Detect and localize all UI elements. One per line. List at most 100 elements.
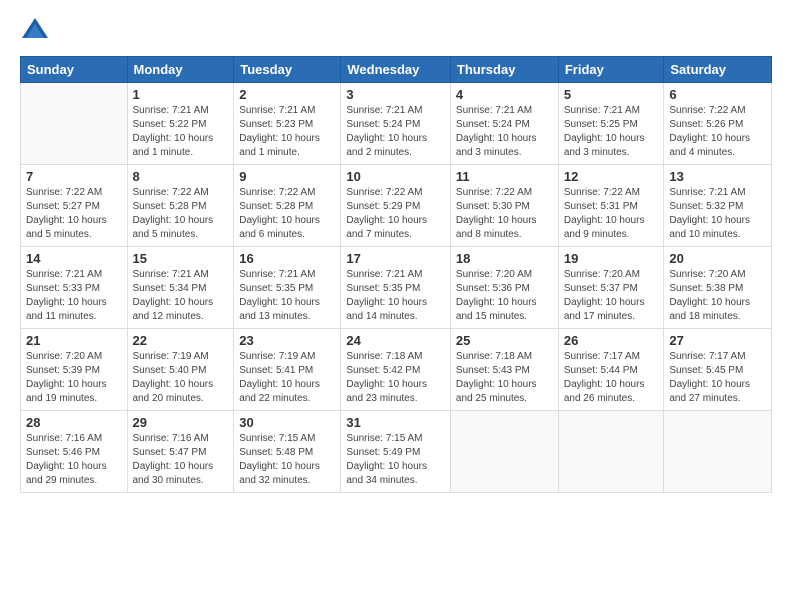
day-number: 10 <box>346 169 445 184</box>
day-number: 19 <box>564 251 659 266</box>
calendar-cell: 19 Sunrise: 7:20 AM Sunset: 5:37 PM Dayli… <box>558 247 664 329</box>
day-number: 29 <box>133 415 229 430</box>
day-info: Sunrise: 7:21 AM Sunset: 5:34 PM Dayligh… <box>133 268 229 324</box>
day-number: 31 <box>346 415 445 430</box>
day-info: Sunrise: 7:17 AM Sunset: 5:45 PM Dayligh… <box>669 350 766 406</box>
day-number: 23 <box>239 333 335 348</box>
day-info: Sunrise: 7:22 AM Sunset: 5:27 PM Dayligh… <box>26 186 122 242</box>
calendar-cell: 31 Sunrise: 7:15 AM Sunset: 5:49 PM Dayli… <box>341 411 451 493</box>
weekday-header-sunday: Sunday <box>21 57 128 83</box>
day-info: Sunrise: 7:17 AM Sunset: 5:44 PM Dayligh… <box>564 350 659 406</box>
day-info: Sunrise: 7:22 AM Sunset: 5:28 PM Dayligh… <box>133 186 229 242</box>
calendar-cell: 21 Sunrise: 7:20 AM Sunset: 5:39 PM Dayli… <box>21 329 128 411</box>
day-info: Sunrise: 7:21 AM Sunset: 5:35 PM Dayligh… <box>346 268 445 324</box>
calendar-cell: 26 Sunrise: 7:17 AM Sunset: 5:44 PM Dayli… <box>558 329 664 411</box>
day-info: Sunrise: 7:21 AM Sunset: 5:24 PM Dayligh… <box>456 104 553 160</box>
header <box>20 16 772 46</box>
calendar-cell: 2 Sunrise: 7:21 AM Sunset: 5:23 PM Daylig… <box>234 83 341 165</box>
day-info: Sunrise: 7:21 AM Sunset: 5:32 PM Dayligh… <box>669 186 766 242</box>
day-number: 27 <box>669 333 766 348</box>
calendar-cell: 12Sunrise: 7:22 AM Sunset: 5:31 PM Dayli… <box>558 165 664 247</box>
day-number: 13 <box>669 169 766 184</box>
day-number: 2 <box>239 87 335 102</box>
day-info: Sunrise: 7:20 AM Sunset: 5:39 PM Dayligh… <box>26 350 122 406</box>
calendar-cell: 20Sunrise: 7:20 AM Sunset: 5:38 PM Dayli… <box>664 247 772 329</box>
day-info: Sunrise: 7:20 AM Sunset: 5:37 PM Dayligh… <box>564 268 659 324</box>
day-number: 7 <box>26 169 122 184</box>
day-info: Sunrise: 7:18 AM Sunset: 5:42 PM Dayligh… <box>346 350 445 406</box>
calendar-cell: 10 Sunrise: 7:22 AM Sunset: 5:29 PM Dayli… <box>341 165 451 247</box>
calendar-cell: 23 Sunrise: 7:19 AM Sunset: 5:41 PM Dayli… <box>234 329 341 411</box>
week-row-5: 28 Sunrise: 7:16 AM Sunset: 5:46 PM Dayli… <box>21 411 772 493</box>
calendar-cell: 22 Sunrise: 7:19 AM Sunset: 5:40 PM Dayli… <box>127 329 234 411</box>
day-info: Sunrise: 7:21 AM Sunset: 5:22 PM Dayligh… <box>133 104 229 160</box>
day-number: 22 <box>133 333 229 348</box>
day-number: 9 <box>239 169 335 184</box>
weekday-header-monday: Monday <box>127 57 234 83</box>
day-info: Sunrise: 7:15 AM Sunset: 5:48 PM Dayligh… <box>239 432 335 488</box>
day-info: Sunrise: 7:22 AM Sunset: 5:29 PM Dayligh… <box>346 186 445 242</box>
day-number: 8 <box>133 169 229 184</box>
day-info: Sunrise: 7:21 AM Sunset: 5:24 PM Dayligh… <box>346 104 445 160</box>
day-info: Sunrise: 7:21 AM Sunset: 5:25 PM Dayligh… <box>564 104 659 160</box>
page-container: SundayMondayTuesdayWednesdayThursdayFrid… <box>0 0 792 503</box>
calendar-cell: 5Sunrise: 7:21 AM Sunset: 5:25 PM Daylig… <box>558 83 664 165</box>
calendar-cell: 1 Sunrise: 7:21 AM Sunset: 5:22 PM Daylig… <box>127 83 234 165</box>
calendar-cell: 28 Sunrise: 7:16 AM Sunset: 5:46 PM Dayli… <box>21 411 128 493</box>
logo <box>20 16 54 46</box>
day-number: 15 <box>133 251 229 266</box>
day-number: 14 <box>26 251 122 266</box>
day-info: Sunrise: 7:18 AM Sunset: 5:43 PM Dayligh… <box>456 350 553 406</box>
calendar-cell: 4 Sunrise: 7:21 AM Sunset: 5:24 PM Daylig… <box>450 83 558 165</box>
day-info: Sunrise: 7:22 AM Sunset: 5:30 PM Dayligh… <box>456 186 553 242</box>
week-row-3: 14 Sunrise: 7:21 AM Sunset: 5:33 PM Dayli… <box>21 247 772 329</box>
day-number: 11 <box>456 169 553 184</box>
calendar-cell: 11 Sunrise: 7:22 AM Sunset: 5:30 PM Dayli… <box>450 165 558 247</box>
day-info: Sunrise: 7:22 AM Sunset: 5:26 PM Dayligh… <box>669 104 766 160</box>
day-info: Sunrise: 7:16 AM Sunset: 5:46 PM Dayligh… <box>26 432 122 488</box>
calendar-cell: 24 Sunrise: 7:18 AM Sunset: 5:42 PM Dayli… <box>341 329 451 411</box>
calendar-cell: 15 Sunrise: 7:21 AM Sunset: 5:34 PM Dayli… <box>127 247 234 329</box>
weekday-header-thursday: Thursday <box>450 57 558 83</box>
day-number: 1 <box>133 87 229 102</box>
weekday-header-wednesday: Wednesday <box>341 57 451 83</box>
calendar-cell <box>664 411 772 493</box>
week-row-1: 1 Sunrise: 7:21 AM Sunset: 5:22 PM Daylig… <box>21 83 772 165</box>
day-number: 24 <box>346 333 445 348</box>
day-number: 25 <box>456 333 553 348</box>
day-info: Sunrise: 7:21 AM Sunset: 5:33 PM Dayligh… <box>26 268 122 324</box>
day-number: 3 <box>346 87 445 102</box>
day-info: Sunrise: 7:21 AM Sunset: 5:35 PM Dayligh… <box>239 268 335 324</box>
day-number: 20 <box>669 251 766 266</box>
day-info: Sunrise: 7:22 AM Sunset: 5:28 PM Dayligh… <box>239 186 335 242</box>
calendar-cell: 6 Sunrise: 7:22 AM Sunset: 5:26 PM Daylig… <box>664 83 772 165</box>
day-info: Sunrise: 7:19 AM Sunset: 5:41 PM Dayligh… <box>239 350 335 406</box>
weekday-header-row: SundayMondayTuesdayWednesdayThursdayFrid… <box>21 57 772 83</box>
day-info: Sunrise: 7:21 AM Sunset: 5:23 PM Dayligh… <box>239 104 335 160</box>
calendar-cell: 18 Sunrise: 7:20 AM Sunset: 5:36 PM Dayli… <box>450 247 558 329</box>
day-number: 28 <box>26 415 122 430</box>
calendar-cell: 3 Sunrise: 7:21 AM Sunset: 5:24 PM Daylig… <box>341 83 451 165</box>
calendar-cell: 9 Sunrise: 7:22 AM Sunset: 5:28 PM Daylig… <box>234 165 341 247</box>
day-number: 26 <box>564 333 659 348</box>
calendar-cell: 7 Sunrise: 7:22 AM Sunset: 5:27 PM Daylig… <box>21 165 128 247</box>
calendar-cell: 13 Sunrise: 7:21 AM Sunset: 5:32 PM Dayli… <box>664 165 772 247</box>
calendar-cell: 14 Sunrise: 7:21 AM Sunset: 5:33 PM Dayli… <box>21 247 128 329</box>
day-info: Sunrise: 7:20 AM Sunset: 5:36 PM Dayligh… <box>456 268 553 324</box>
day-number: 6 <box>669 87 766 102</box>
day-number: 16 <box>239 251 335 266</box>
weekday-header-saturday: Saturday <box>664 57 772 83</box>
weekday-header-friday: Friday <box>558 57 664 83</box>
day-number: 18 <box>456 251 553 266</box>
day-number: 4 <box>456 87 553 102</box>
day-info: Sunrise: 7:15 AM Sunset: 5:49 PM Dayligh… <box>346 432 445 488</box>
day-info: Sunrise: 7:19 AM Sunset: 5:40 PM Dayligh… <box>133 350 229 406</box>
week-row-2: 7 Sunrise: 7:22 AM Sunset: 5:27 PM Daylig… <box>21 165 772 247</box>
day-info: Sunrise: 7:22 AM Sunset: 5:31 PM Dayligh… <box>564 186 659 242</box>
day-number: 30 <box>239 415 335 430</box>
calendar-cell: 8 Sunrise: 7:22 AM Sunset: 5:28 PM Daylig… <box>127 165 234 247</box>
calendar-table: SundayMondayTuesdayWednesdayThursdayFrid… <box>20 56 772 493</box>
day-number: 21 <box>26 333 122 348</box>
calendar-cell: 17Sunrise: 7:21 AM Sunset: 5:35 PM Dayli… <box>341 247 451 329</box>
calendar-cell: 30 Sunrise: 7:15 AM Sunset: 5:48 PM Dayli… <box>234 411 341 493</box>
